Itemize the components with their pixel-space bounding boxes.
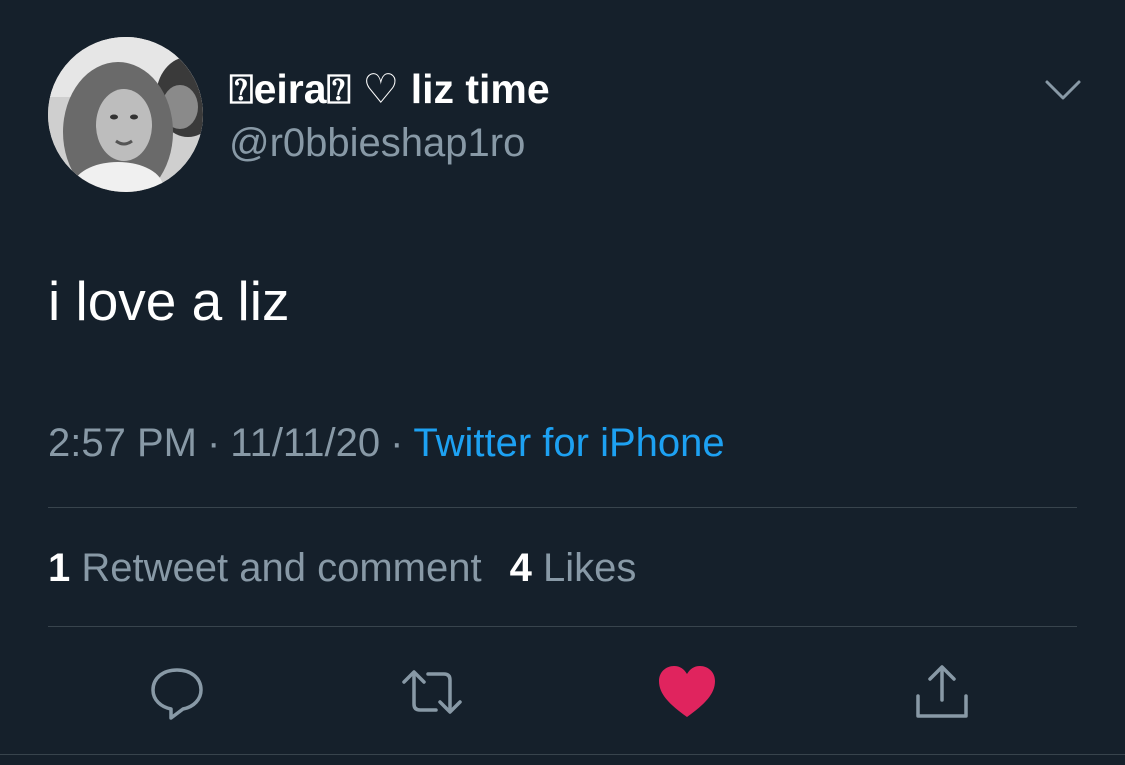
meta-separator: ·: [390, 421, 404, 465]
tweet-stats: 1 Retweet and comment 4 Likes: [48, 543, 636, 593]
user-handle[interactable]: @r0bbieshap1ro: [229, 118, 525, 168]
heart-filled-icon: [659, 666, 715, 717]
like-button[interactable]: [655, 660, 719, 724]
divider: [0, 754, 1125, 755]
reply-button[interactable]: [145, 660, 209, 724]
tweet-text: i love a liz: [48, 270, 290, 332]
tweet-source-link[interactable]: Twitter for iPhone: [413, 421, 724, 465]
divider: [48, 507, 1077, 508]
share-upload-icon: [916, 665, 968, 718]
like-label: Likes: [542, 546, 637, 590]
tweet-metadata: 2:57 PM · 11/11/20 · Twitter for iPhone: [48, 418, 725, 468]
tweet-detail: ⍰eira⍰ ♡ liz time @r0bbieshap1ro i love …: [0, 0, 1125, 765]
tweet-time: 2:57 PM: [48, 421, 197, 465]
retweet-label: Retweet and comment: [81, 546, 482, 590]
retweet-arrows-icon: [402, 670, 462, 714]
tweet-date: 11/11/20: [230, 421, 381, 465]
retweet-count: 1: [48, 546, 71, 590]
profile-photo-icon: [48, 37, 203, 192]
share-button[interactable]: [910, 660, 974, 724]
like-stat[interactable]: 4 Likes: [510, 546, 637, 590]
reply-bubble-icon: [151, 668, 203, 720]
retweet-button[interactable]: [400, 660, 464, 724]
divider: [48, 626, 1077, 627]
avatar[interactable]: [48, 37, 203, 192]
meta-separator: ·: [206, 421, 221, 465]
chevron-down-icon[interactable]: [1043, 76, 1083, 104]
like-count: 4: [509, 546, 532, 590]
retweet-stat[interactable]: 1 Retweet and comment: [48, 546, 482, 590]
display-name[interactable]: ⍰eira⍰ ♡ liz time: [229, 64, 550, 114]
